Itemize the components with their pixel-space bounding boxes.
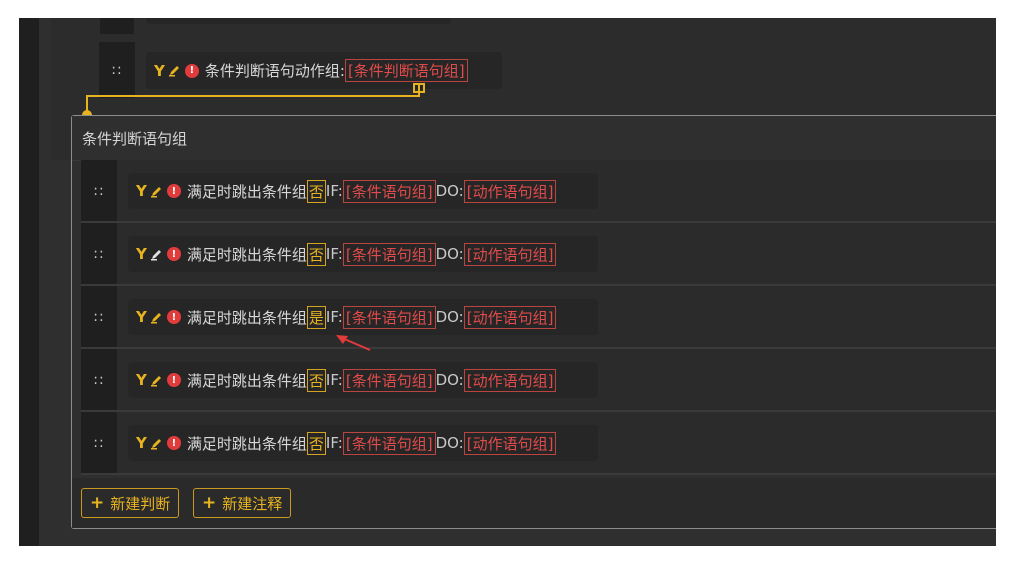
condition-statement[interactable]: Y ! 满足时跳出条件组 否 IF: [条件语句组] DO: [动作语句组] [128,173,598,209]
break-flag[interactable]: 否 [306,431,326,455]
if-label: IF: [325,245,343,263]
statement-text: 满足时跳出条件组 [186,182,307,201]
alert-icon[interactable]: ! [184,63,199,78]
drag-handle-icon[interactable]: :: [81,349,117,410]
if-label: IF: [325,371,343,389]
break-flag[interactable]: 否 [306,179,326,203]
statement-prefix: 条件判断语句动作组: [204,62,345,80]
pencil-icon[interactable] [150,248,163,261]
pencil-icon[interactable] [150,374,163,387]
fork-icon[interactable]: Y [136,245,147,263]
drag-handle-icon[interactable]: :: [81,286,117,347]
condition-statement[interactable]: Y ! 满足时跳出条件组 是 IF: [条件语句组] DO: [动作语句组] [128,299,598,335]
action-link[interactable]: [动作语句组] [463,179,557,203]
group-header: 条件判断语句组 [72,116,996,161]
pencil-icon[interactable] [150,185,163,198]
previous-statement-chip [146,18,451,24]
fork-icon[interactable]: Y [136,371,147,389]
pencil-icon[interactable] [168,64,181,77]
condition-link[interactable]: [条件语句组] [342,305,436,329]
new-condition-label: 新建判断 [110,494,171,513]
statement-text: 满足时跳出条件组 [186,434,307,453]
new-comment-button[interactable]: + 新建注释 [193,488,292,518]
drag-handle-icon[interactable]: :: [81,412,117,473]
condition-group-box: 条件判断语句组 :: Y ! 满足时跳出条件组 否 IF: [条件语句组] DO… [71,115,996,529]
alert-icon[interactable]: ! [166,310,181,324]
drag-handle-icon[interactable]: :: [81,160,117,221]
drag-handle-icon[interactable]: :: [81,223,117,284]
do-label: DO: [435,245,464,263]
statement-text: 满足时跳出条件组 [186,371,307,390]
condition-statement[interactable]: Y ! 满足时跳出条件组 否 IF: [条件语句组] DO: [动作语句组] [128,425,598,461]
fork-icon[interactable]: Y [136,308,147,326]
break-flag[interactable]: 是 [306,305,326,329]
previous-drag-handle[interactable] [100,18,134,34]
pencil-icon[interactable] [150,311,163,324]
statement-text: 满足时跳出条件组 [186,245,307,264]
alert-icon[interactable]: ! [166,247,181,261]
left-gutter [19,18,39,546]
break-flag[interactable]: 否 [306,368,326,392]
condition-link[interactable]: [条件语句组] [342,368,436,392]
alert-icon[interactable]: ! [166,436,181,450]
break-flag[interactable]: 否 [306,242,326,266]
condition-link[interactable]: [条件语句组] [342,431,436,455]
alert-icon[interactable]: ! [166,184,181,198]
editor-canvas: :: Y ! 条件判断语句动作组: [条件判断语句组] 条件判断语句组 :: Y… [19,18,996,546]
fork-icon[interactable]: Y [136,182,147,200]
condition-group-link[interactable]: [条件判断语句组] [344,59,468,82]
alert-icon[interactable]: ! [166,373,181,387]
action-link[interactable]: [动作语句组] [463,368,557,392]
statement-text: 满足时跳出条件组 [186,308,307,327]
action-link[interactable]: [动作语句组] [463,431,557,455]
if-label: IF: [325,182,343,200]
row-divider [81,473,996,475]
action-link[interactable]: [动作语句组] [463,305,557,329]
annotation-arrow [336,335,371,351]
do-label: DO: [435,182,464,200]
do-label: DO: [435,371,464,389]
group-title: 条件判断语句组 [82,130,188,148]
condition-statement[interactable]: Y ! 满足时跳出条件组 否 IF: [条件语句组] DO: [动作语句组] [128,362,598,398]
condition-statement[interactable]: Y ! 满足时跳出条件组 否 IF: [条件语句组] DO: [动作语句组] [128,236,598,272]
plus-icon: + [202,493,217,513]
condition-link[interactable]: [条件语句组] [342,179,436,203]
fork-icon[interactable]: Y [154,62,165,80]
plus-icon: + [90,493,105,513]
do-label: DO: [435,308,464,326]
new-comment-label: 新建注释 [222,494,283,513]
if-label: IF: [325,308,343,326]
condition-link[interactable]: [条件语句组] [342,242,436,266]
fork-icon[interactable]: Y [136,434,147,452]
group-footer: + 新建判断 + 新建注释 [72,478,996,528]
pencil-icon[interactable] [150,437,163,450]
do-label: DO: [435,434,464,452]
if-label: IF: [325,434,343,452]
action-link[interactable]: [动作语句组] [463,242,557,266]
new-condition-button[interactable]: + 新建判断 [81,488,180,518]
